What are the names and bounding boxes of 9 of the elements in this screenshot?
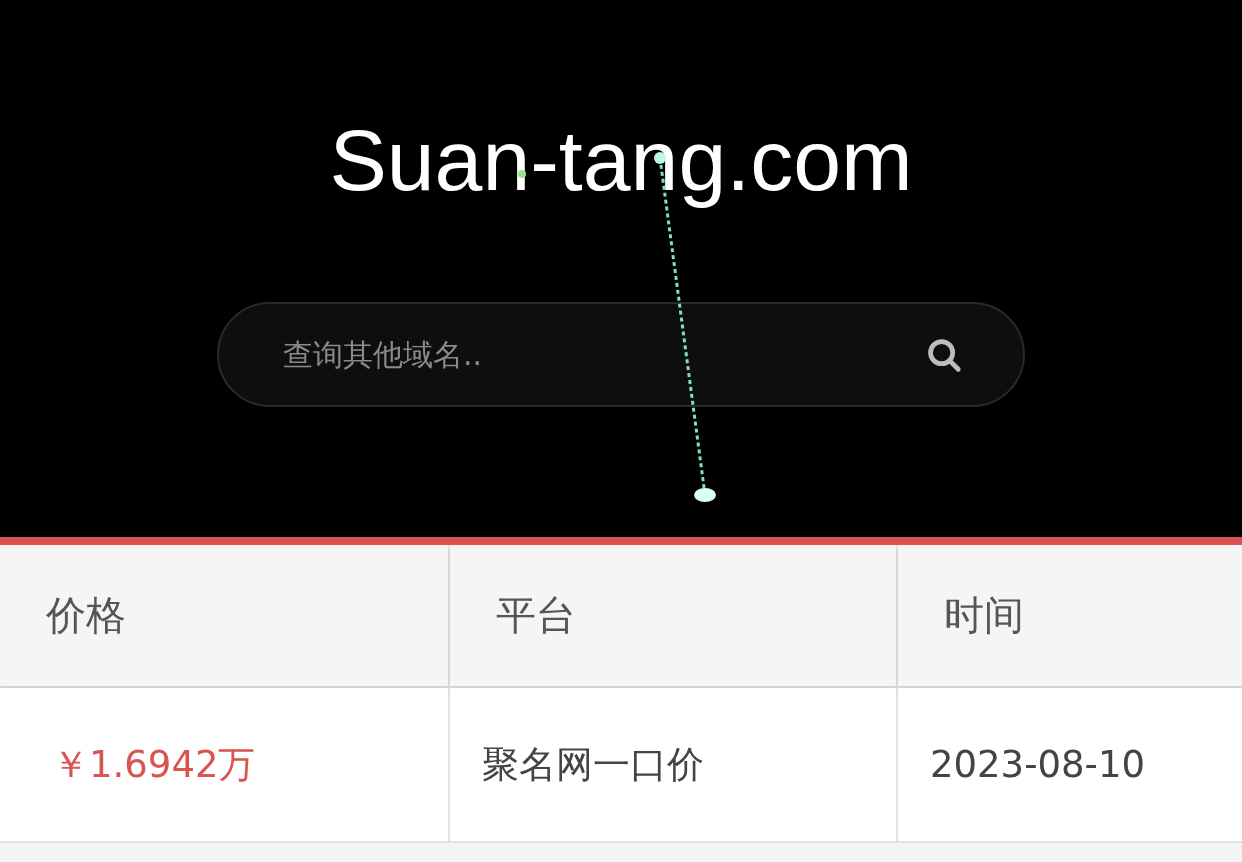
- table-cell: 2023-08-10: [898, 688, 1242, 841]
- table-header-cell: 时间: [898, 545, 1242, 686]
- table-header-cell: 价格: [0, 545, 448, 686]
- search-bar[interactable]: 查询其他域名..: [217, 302, 1025, 407]
- table-cell: 聚名网一口价: [450, 688, 896, 841]
- table-header-cell: 平台: [450, 545, 896, 686]
- site-title: Suan-tang.com: [329, 111, 913, 210]
- table-cell: ￥1.6942万: [0, 688, 448, 841]
- search-input[interactable]: 查询其他域名..: [281, 336, 925, 373]
